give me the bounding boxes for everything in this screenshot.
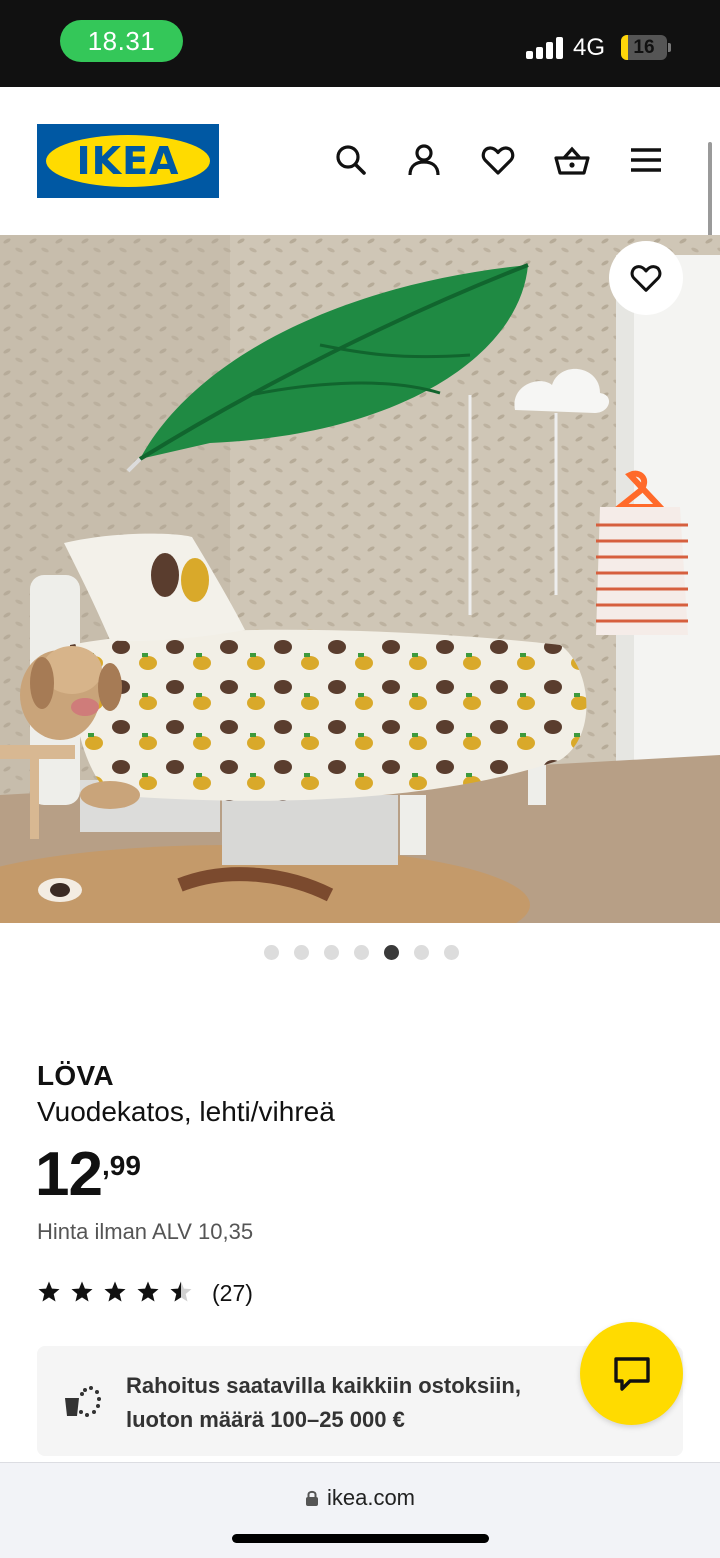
financing-text: Rahoitus saatavilla kaikkiin ostoksiin, … bbox=[126, 1369, 596, 1437]
star-icon bbox=[38, 1281, 60, 1302]
favorites-icon[interactable] bbox=[480, 142, 516, 178]
site-header: IKEA ® bbox=[0, 87, 720, 235]
carousel-dot[interactable] bbox=[414, 945, 429, 960]
carousel-dot[interactable] bbox=[294, 945, 309, 960]
carousel-dot[interactable] bbox=[444, 945, 459, 960]
product-price: 12 ,99 bbox=[35, 1140, 141, 1210]
search-icon[interactable] bbox=[333, 142, 369, 178]
chat-bubble-icon bbox=[613, 1356, 650, 1391]
logo-registered-mark: ® bbox=[206, 145, 213, 155]
status-time: 18.31 bbox=[60, 20, 183, 62]
financing-text-line-1: Rahoitus saatavilla kaikkiin ostoksiin, bbox=[126, 1373, 521, 1398]
browser-address-bar[interactable]: ikea.com bbox=[0, 1462, 720, 1558]
product-photo-illustration bbox=[0, 235, 720, 923]
image-carousel-dots bbox=[264, 945, 459, 961]
price-integer: 12 bbox=[35, 1140, 103, 1209]
logo-wordmark: IKEA bbox=[76, 139, 180, 183]
status-bar: 18.31 4G 16 bbox=[0, 0, 720, 87]
carousel-dot[interactable] bbox=[354, 945, 369, 960]
product-name: LÖVA bbox=[37, 1060, 114, 1091]
battery-tip bbox=[668, 43, 671, 52]
logo-oval: IKEA bbox=[46, 135, 210, 187]
account-icon[interactable] bbox=[406, 142, 442, 178]
star-icon bbox=[170, 1281, 192, 1302]
star-icon bbox=[137, 1281, 159, 1302]
carousel-dot[interactable] bbox=[264, 945, 279, 960]
rating-stars[interactable] bbox=[37, 1280, 193, 1304]
cart-icon[interactable] bbox=[554, 142, 590, 178]
star-icon bbox=[104, 1281, 126, 1302]
home-indicator[interactable] bbox=[232, 1534, 489, 1543]
heart-icon bbox=[630, 265, 662, 292]
add-to-favorites-button[interactable] bbox=[609, 241, 683, 315]
product-description: Vuodekatos, lehti/vihreä bbox=[37, 1096, 335, 1127]
network-type: 4G bbox=[573, 34, 606, 61]
cellular-signal-icon bbox=[526, 37, 564, 59]
ikea-logo[interactable]: IKEA ® bbox=[37, 124, 219, 198]
battery-icon: 16 bbox=[621, 35, 667, 60]
review-count[interactable]: (27) bbox=[212, 1280, 253, 1307]
chat-button[interactable] bbox=[580, 1322, 683, 1425]
url-display[interactable]: ikea.com bbox=[0, 1485, 720, 1511]
financing-text-line-2: luoton määrä 100–25 000 € bbox=[126, 1407, 405, 1432]
carousel-dot[interactable] bbox=[324, 945, 339, 960]
financing-icon bbox=[65, 1386, 101, 1417]
carousel-dot[interactable] bbox=[384, 945, 399, 960]
product-image[interactable] bbox=[0, 235, 720, 923]
battery-level: 16 bbox=[633, 36, 655, 58]
price-decimal: ,99 bbox=[101, 1150, 141, 1181]
price-without-vat: Hinta ilman ALV 10,35 bbox=[37, 1219, 254, 1244]
star-icon bbox=[71, 1281, 93, 1302]
lock-icon bbox=[305, 1490, 318, 1506]
menu-icon[interactable] bbox=[628, 142, 664, 178]
url-text: ikea.com bbox=[326, 1485, 416, 1510]
